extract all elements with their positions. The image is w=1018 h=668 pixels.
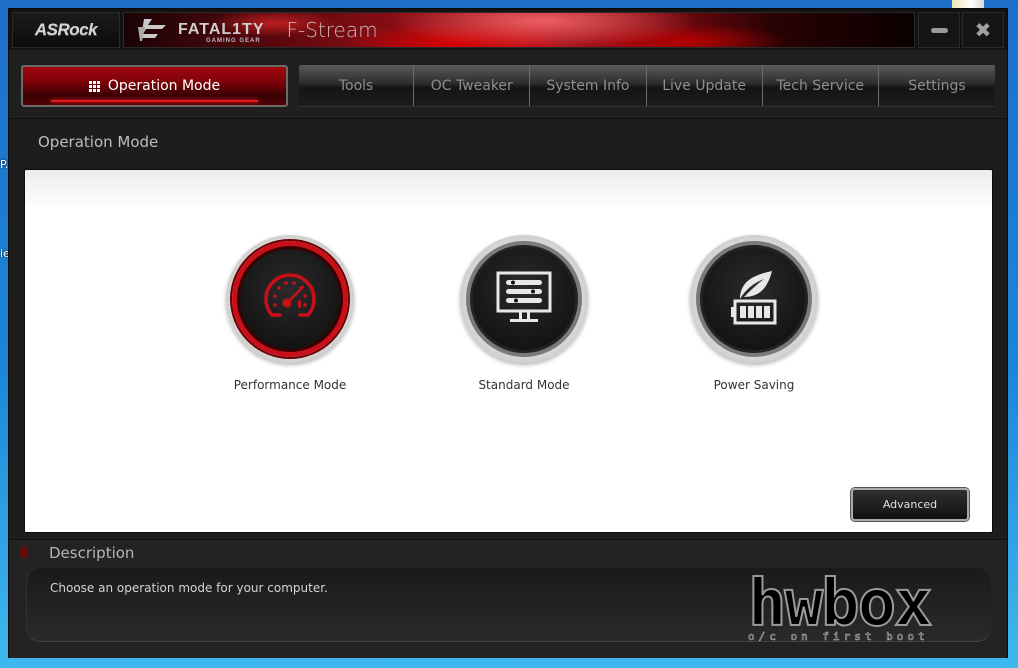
description-box: Choose an operation mode for your comput… <box>26 568 991 642</box>
asrock-logo: ASRock <box>12 12 120 48</box>
tab-tools[interactable]: Tools <box>299 65 415 106</box>
close-button[interactable]: ✖ <box>962 12 1004 48</box>
mode-button-ring[interactable] <box>690 235 818 363</box>
mode-panel: Performance Mode Standard Mode Power Sav… <box>24 169 993 533</box>
tab-operation-mode[interactable]: Operation Mode <box>21 65 288 107</box>
tab-live-update[interactable]: Live Update <box>646 65 763 106</box>
description-title: Description <box>49 544 135 562</box>
tab-settings[interactable]: Settings <box>878 65 995 106</box>
page-title: Operation Mode <box>38 133 159 151</box>
fatality-logo-text: FATAL1TY <box>178 21 265 38</box>
main-nav: Operation Mode Tools OC Tweaker System I… <box>9 50 1007 119</box>
nav-tab-group: Tools OC Tweaker System Info Live Update… <box>299 65 995 106</box>
fatality-logo: FATAL1TY GAMING GEAR <box>178 21 265 44</box>
title-bar[interactable]: ASRock FATAL1TY GAMING GEAR F-Stream ✖ <box>9 9 1007 50</box>
power-saving-option[interactable]: Power Saving <box>679 235 829 392</box>
leaf-battery-icon <box>731 271 777 325</box>
performance-mode-option[interactable]: Performance Mode <box>215 235 365 392</box>
fatality-emblem-icon <box>138 19 166 41</box>
mode-label: Power Saving <box>713 378 795 392</box>
advanced-button[interactable]: Advanced <box>851 488 969 521</box>
tab-system-info[interactable]: System Info <box>530 65 647 106</box>
brand-name: ASRock <box>34 20 98 39</box>
minimize-icon <box>930 27 948 33</box>
desktop-icon-label-fragment: P. <box>0 158 9 171</box>
mode-button[interactable] <box>696 241 812 357</box>
standard-mode-option[interactable]: Standard Mode <box>449 235 599 392</box>
app-title: F-Stream <box>286 18 378 42</box>
grid-icon <box>88 80 100 92</box>
close-icon: ✖ <box>974 18 992 42</box>
active-indicator <box>51 100 258 102</box>
title-banner: FATAL1TY GAMING GEAR F-Stream <box>123 12 915 48</box>
minimize-button[interactable] <box>918 12 960 48</box>
mode-button-ring[interactable] <box>226 235 354 363</box>
description-indicator-icon <box>22 548 26 557</box>
description-text: Choose an operation mode for your comput… <box>50 581 328 595</box>
mode-button[interactable] <box>232 241 348 357</box>
description-panel: Description Choose an operation mode for… <box>9 539 1007 658</box>
monitor-icon <box>496 271 552 322</box>
fatality-logo-subtext: GAMING GEAR <box>206 38 261 44</box>
mode-button-ring[interactable] <box>460 235 588 363</box>
fstream-window: ASRock FATAL1TY GAMING GEAR F-Stream ✖ O… <box>9 9 1007 658</box>
tab-label: Operation Mode <box>107 78 221 94</box>
tab-oc-tweaker[interactable]: OC Tweaker <box>414 65 531 106</box>
speedometer-icon <box>264 273 316 317</box>
mode-label: Performance Mode <box>233 378 347 392</box>
mode-button[interactable] <box>466 241 582 357</box>
mode-label: Standard Mode <box>478 378 570 392</box>
tab-tech-service[interactable]: Tech Service <box>762 65 879 106</box>
